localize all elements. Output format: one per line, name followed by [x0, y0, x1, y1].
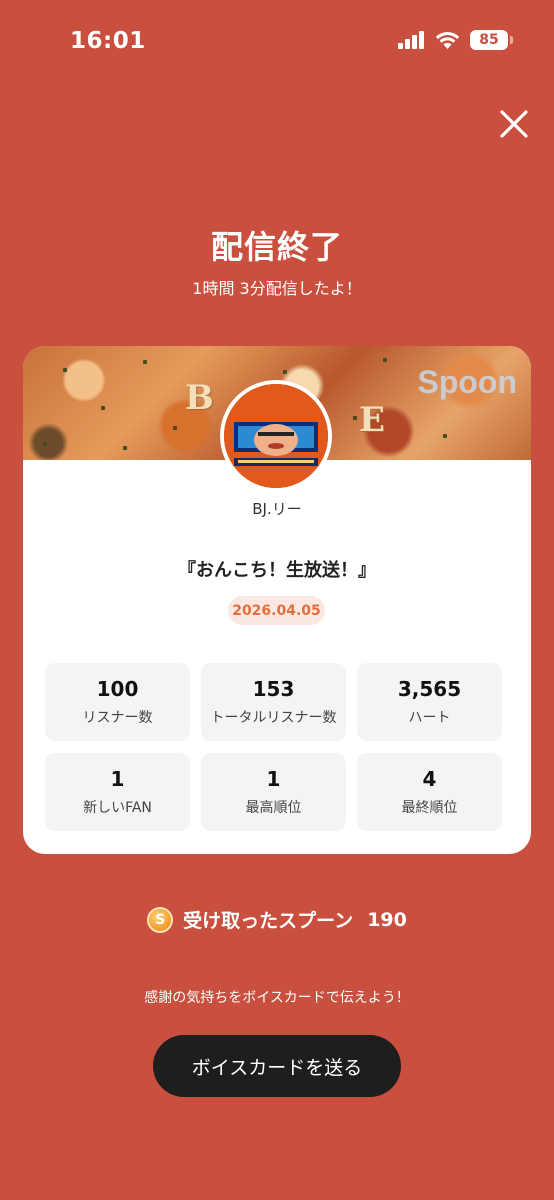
stat-value: 1: [266, 767, 281, 791]
stat-label: 最高順位: [245, 800, 302, 816]
stats-grid: 100 リスナー数 153 トータルリスナー数 3,565 ハート 1 新しいF…: [45, 663, 505, 831]
show-title: 『おんこち！生放送！』: [178, 560, 376, 581]
stat-label: トータルリスナー数: [210, 710, 337, 726]
thanks-text: 感謝の気持ちをボイスカードで伝えよう！: [144, 990, 410, 1006]
stat-hearts: 3,565 ハート: [357, 663, 502, 741]
stat-highest-rank: 1 最高順位: [201, 753, 346, 831]
battery-icon: 85: [470, 30, 513, 50]
stat-value: 4: [422, 767, 437, 791]
stat-final-rank: 4 最終順位: [357, 753, 502, 831]
coin-icon: S: [147, 906, 174, 933]
page-subtitle: 1時間 3分配信したよ！: [192, 279, 362, 298]
stat-listeners: 100 リスナー数: [45, 663, 190, 741]
cover-letter: B: [185, 378, 214, 418]
dj-name: BJ.リー: [252, 500, 302, 518]
stat-value: 153: [252, 677, 295, 701]
page-title: 配信終了: [210, 228, 343, 266]
close-icon: [494, 104, 534, 144]
stat-value: 100: [96, 677, 139, 701]
date-badge: 2026.04.05: [228, 596, 325, 625]
spoons-received: S 受け取ったスプーン 190: [0, 906, 554, 933]
send-voice-card-button[interactable]: ボイスカードを送る: [153, 1035, 401, 1097]
status-icons: 85: [398, 30, 513, 50]
avatar[interactable]: [220, 380, 332, 492]
spoons-label: 受け取ったスプーン: [183, 910, 354, 932]
status-bar: 16:01 85: [0, 0, 554, 84]
stat-label: リスナー数: [82, 710, 153, 726]
stat-label: ハート: [408, 710, 451, 726]
signal-icon: [398, 31, 425, 49]
wifi-icon: [435, 31, 460, 49]
broadcast-summary-card: B E Spoon BJ.リー 『おんこち！生放送！』 2026.04.05 1…: [23, 346, 531, 854]
brand-logo: Spoon: [417, 364, 517, 400]
stat-new-fans: 1 新しいFAN: [45, 753, 190, 831]
stat-value: 3,565: [397, 677, 462, 701]
close-button[interactable]: [494, 104, 534, 144]
spoons-value: 190: [367, 908, 407, 931]
stat-label: 新しいFAN: [83, 800, 152, 816]
status-time: 16:01: [70, 28, 146, 54]
stat-value: 1: [110, 767, 125, 791]
stat-label: 最終順位: [401, 800, 458, 816]
cover-letter: E: [359, 400, 385, 440]
stat-total-listeners: 153 トータルリスナー数: [201, 663, 346, 741]
